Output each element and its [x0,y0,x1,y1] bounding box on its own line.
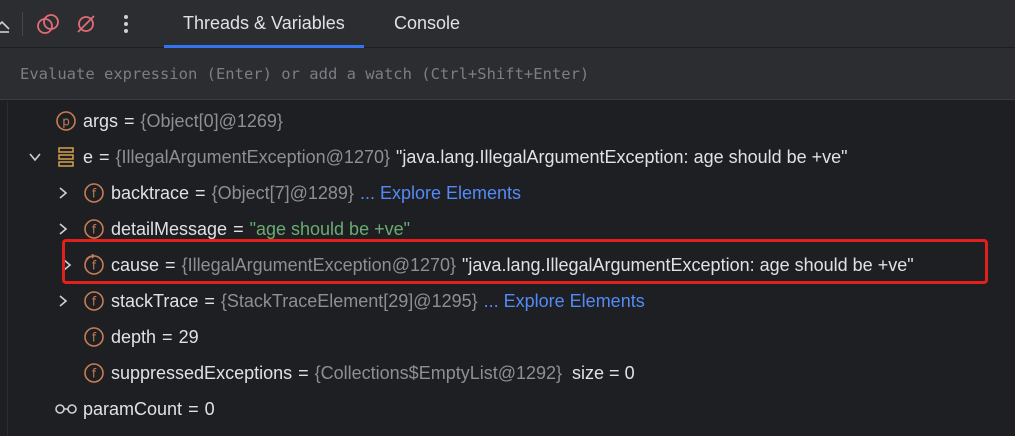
variable-value: "age should be +ve" [249,218,410,239]
variable-reference: {Object[7]@1289} [211,182,354,203]
svg-text:f: f [92,367,97,381]
variable-name: backtrace [111,182,190,203]
evaluate-bar [0,48,1015,100]
equals-sign: = [195,182,206,203]
variable-name: cause [111,254,160,275]
field-icon: f [84,183,104,203]
equals-sign: = [162,326,173,347]
variable-name: stackTrace [111,290,199,311]
tab-threads-variables[interactable]: Threads & Variables [164,0,364,48]
tree-row-paramcount[interactable]: paramCount = 0 [0,391,1015,427]
variable-reference: {Collections$EmptyList@1292} [314,362,563,383]
expand-arrow-icon[interactable] [56,186,70,200]
debugger-toolbar: Threads & Variables Console [0,0,1015,48]
variable-value: 29 [178,326,199,347]
svg-text:f: f [92,259,97,273]
equals-sign: = [188,398,199,419]
watch-glasses-icon [55,404,77,414]
tree-row-cause[interactable]: f cause = {IllegalArgumentException@1270… [0,247,1015,283]
expand-arrow-icon[interactable] [56,294,70,308]
more-options-icon[interactable] [114,12,138,36]
variable-value: 0 [204,398,215,419]
equals-sign: = [204,290,215,311]
svg-text:f: f [92,331,97,345]
equals-sign: = [99,146,110,167]
svg-text:f: f [92,295,97,309]
variable-reference: {IllegalArgumentException@1270} [115,146,390,167]
parameter-icon: p [56,111,76,131]
field-icon: f [84,291,104,311]
variable-reference: {Object[0]@1269} [140,110,283,131]
tree-row-e[interactable]: e = {IllegalArgumentException@1270} "jav… [0,139,1015,175]
toolbar-separator [22,12,23,36]
field-icon: f [84,363,104,383]
svg-text:f: f [92,187,97,201]
collapse-icon[interactable] [0,12,14,36]
object-icon [58,147,74,167]
tab-console[interactable]: Console [376,0,478,48]
view-breakpoints-icon[interactable] [36,12,60,36]
evaluate-expression-input[interactable] [8,58,1008,90]
variable-reference: {IllegalArgumentException@1270} [181,254,457,275]
collapse-arrow-icon[interactable] [28,150,42,164]
equals-sign: = [233,218,244,239]
variable-name: depth [111,326,157,347]
recursive-field-icon: f [84,254,104,275]
expand-arrow-icon[interactable] [56,222,70,236]
equals-sign: = [298,362,309,383]
explore-elements-link[interactable]: ... Explore Elements [484,291,645,312]
tree-row-stacktrace[interactable]: f stackTrace = {StackTraceElement[29]@12… [0,283,1015,319]
tree-row-backtrace[interactable]: f backtrace = {Object[7]@1289} ... Explo… [0,175,1015,211]
collection-size: size = 0 [572,362,635,383]
variable-reference: {StackTraceElement[29]@1295} [220,290,478,311]
tree-row-depth[interactable]: f depth = 29 [0,319,1015,355]
explore-elements-link[interactable]: ... Explore Elements [360,183,521,204]
variable-name: args [83,110,119,131]
field-icon: f [84,327,104,347]
variable-value: "java.lang.IllegalArgumentException: age… [462,254,914,275]
svg-text:p: p [62,115,70,129]
expand-arrow-icon[interactable] [60,258,74,272]
variable-name: e [83,146,94,167]
variable-name: suppressedExceptions [111,362,293,383]
svg-text:f: f [92,223,97,237]
equals-sign: = [124,110,135,131]
tree-row-suppressedexceptions[interactable]: f suppressedExceptions = {Collections$Em… [0,355,1015,391]
field-icon: f [84,219,104,239]
tree-row-args[interactable]: p args = {Object[0]@1269} [0,103,1015,139]
variable-value: "java.lang.IllegalArgumentException: age… [396,146,848,167]
equals-sign: = [165,254,176,275]
mute-breakpoints-icon[interactable] [74,12,98,36]
variable-name: paramCount [83,398,183,419]
variable-name: detailMessage [111,218,228,239]
tree-row-detailmessage[interactable]: f detailMessage = "age should be +ve" [0,211,1015,247]
